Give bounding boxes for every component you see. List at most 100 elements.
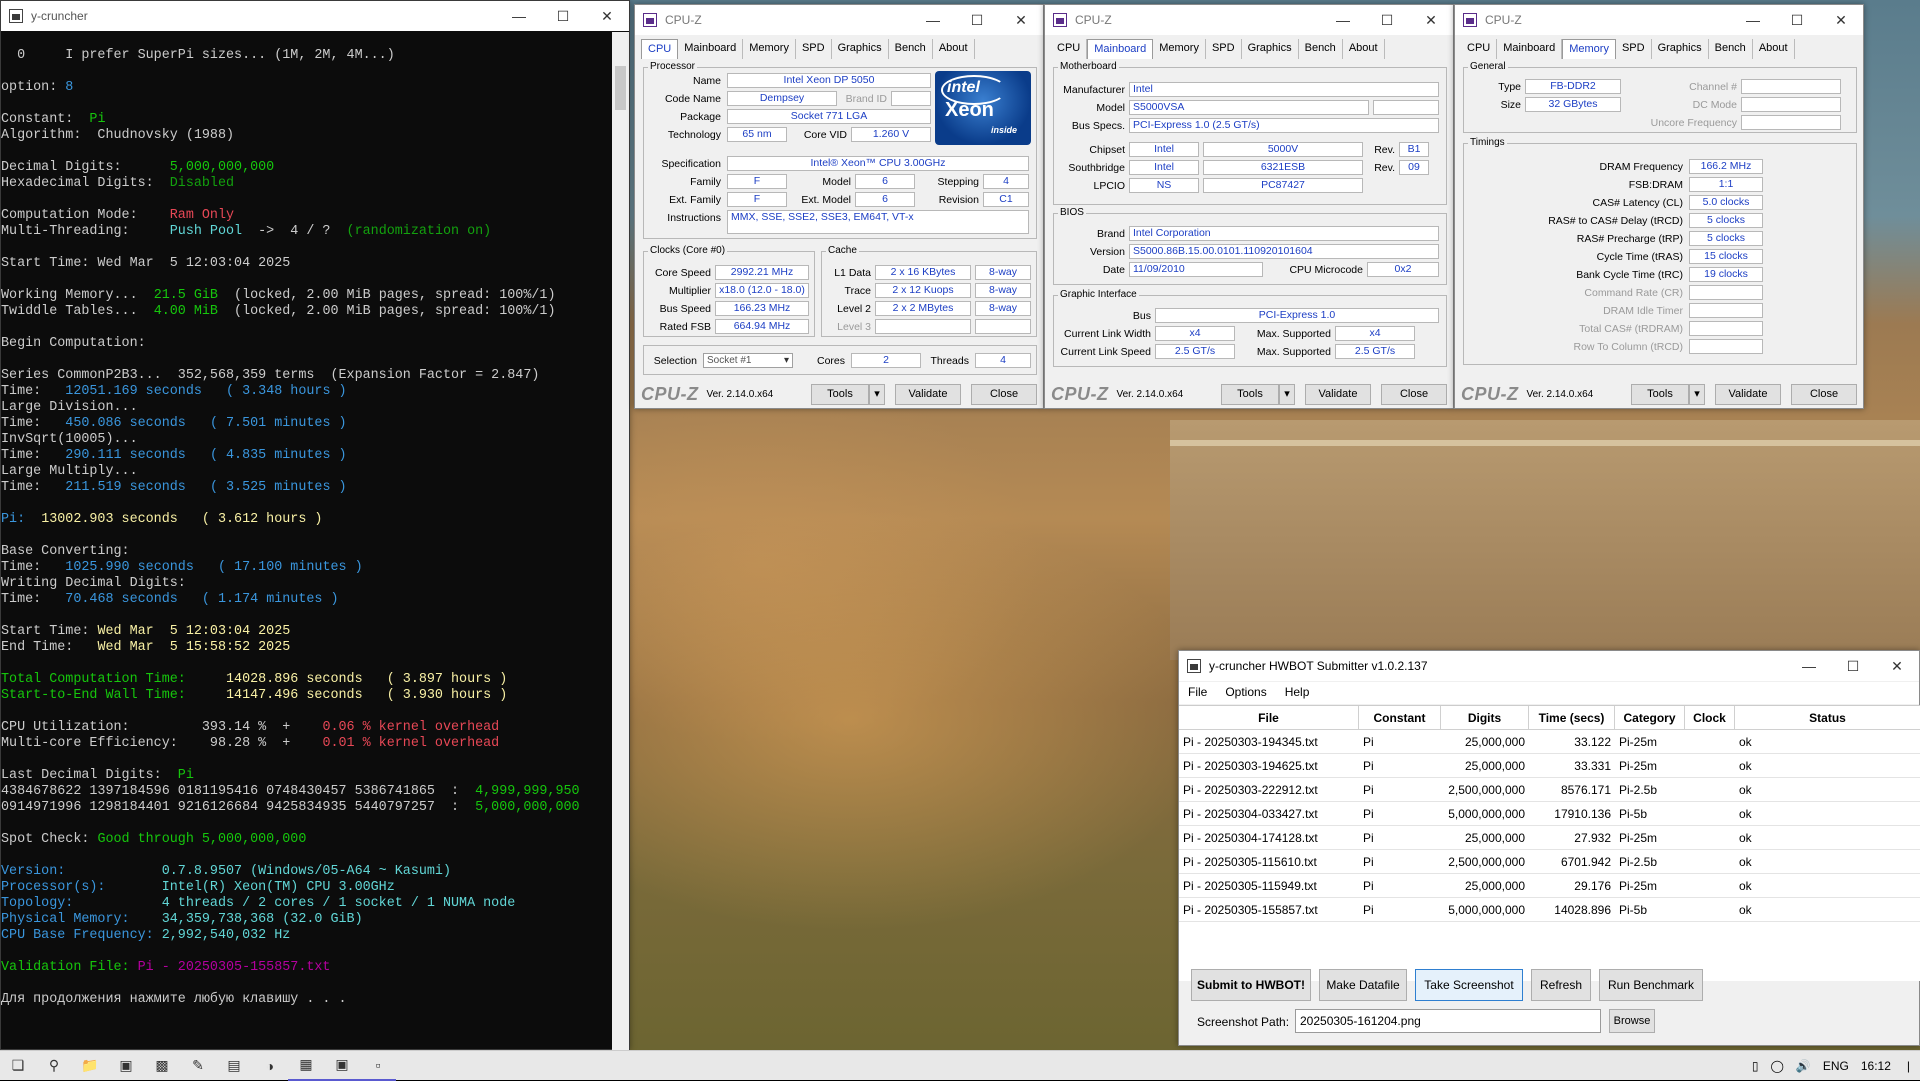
close-icon[interactable]: ✕ (1819, 5, 1863, 35)
col-file[interactable]: File (1179, 706, 1359, 729)
folder-icon[interactable]: 📁 (72, 1051, 108, 1081)
screenshot-path-input[interactable] (1295, 1009, 1601, 1033)
tab-about[interactable]: About (1753, 39, 1795, 59)
console-titlebar[interactable]: y-cruncher — ☐ ✕ (1, 1, 629, 31)
cpuz-cpu-window[interactable]: CPU-Z — ☐ ✕ CPU Mainboard Memory SPD Gra… (634, 4, 1044, 409)
table-row[interactable]: Pi - 20250304-174128.txt Pi 25,000,000 27.9… (1179, 826, 1920, 850)
cpuz-taskbar-icon[interactable]: ▦ (288, 1051, 324, 1081)
minimize-icon[interactable]: — (1731, 5, 1775, 35)
start-icon[interactable]: ❏ (0, 1051, 36, 1081)
menu-file[interactable]: File (1179, 682, 1216, 704)
tools-button[interactable]: Tools (1631, 384, 1689, 405)
tools-dropdown-icon[interactable]: ▾ (1279, 384, 1295, 405)
console-scrollbar[interactable] (612, 32, 629, 1051)
minimize-icon[interactable]: — (911, 5, 955, 35)
scrollbar-thumb[interactable] (615, 66, 626, 110)
tools-button[interactable]: Tools (811, 384, 869, 405)
take-screenshot-button[interactable]: Take Screenshot (1415, 969, 1523, 1001)
tab-bench[interactable]: Bench (889, 39, 933, 59)
run-benchmark-button[interactable]: Run Benchmark (1599, 969, 1703, 1001)
refresh-button[interactable]: Refresh (1531, 969, 1591, 1001)
table-row[interactable]: Pi - 20250305-155857.txt Pi 5,000,000,000 1… (1179, 898, 1920, 922)
tab-mainboard[interactable]: Mainboard (1087, 39, 1154, 59)
search-icon[interactable]: ⚲ (36, 1051, 72, 1081)
menu-options[interactable]: Options (1216, 682, 1275, 704)
close-icon[interactable]: ✕ (999, 5, 1043, 35)
col-digits[interactable]: Digits (1441, 706, 1529, 729)
cpuz-titlebar[interactable]: CPU-Z — ☐ ✕ (1045, 5, 1453, 35)
col-time[interactable]: Time (secs) (1529, 706, 1615, 729)
tab-bench[interactable]: Bench (1709, 39, 1753, 59)
tab-spd[interactable]: SPD (1206, 39, 1242, 59)
tab-graphics[interactable]: Graphics (832, 39, 889, 59)
tools-dropdown-icon[interactable]: ▾ (869, 384, 885, 405)
maximize-icon[interactable]: ☐ (1365, 5, 1409, 35)
language-indicator[interactable]: ENG (1817, 1059, 1855, 1073)
tab-cpu[interactable]: CPU (1461, 39, 1498, 59)
tab-memory[interactable]: Memory (743, 39, 796, 59)
tab-memory[interactable]: Memory (1562, 39, 1616, 59)
cpuz-memory-window[interactable]: CPU-Z — ☐ ✕ CPU Mainboard Memory SPD Gra… (1454, 4, 1864, 409)
validate-button[interactable]: Validate (1715, 384, 1781, 405)
tab-spd[interactable]: SPD (1616, 39, 1652, 59)
socket-select[interactable]: Socket #1 (703, 353, 793, 368)
app-icon-monitor[interactable]: ▤ (216, 1051, 252, 1081)
col-status[interactable]: Status (1735, 706, 1920, 729)
table-row[interactable]: Pi - 20250305-115610.txt Pi 2,500,000,000 6… (1179, 850, 1920, 874)
tools-button[interactable]: Tools (1221, 384, 1279, 405)
tab-mainboard[interactable]: Mainboard (678, 39, 744, 59)
minimize-icon[interactable]: — (1787, 651, 1831, 681)
maximize-icon[interactable]: ☐ (541, 1, 585, 31)
close-icon[interactable]: ✕ (585, 1, 629, 31)
clock[interactable]: 16:12 (1855, 1059, 1897, 1073)
maximize-icon[interactable]: ☐ (1775, 5, 1819, 35)
tab-cpu[interactable]: CPU (1051, 39, 1088, 59)
tab-spd[interactable]: SPD (796, 39, 832, 59)
table-row[interactable]: Pi - 20250304-033427.txt Pi 5,000,000,000 1… (1179, 802, 1920, 826)
cpuz-titlebar[interactable]: CPU-Z — ☐ ✕ (635, 5, 1043, 35)
minimize-icon[interactable]: — (497, 1, 541, 31)
maximize-icon[interactable]: ☐ (955, 5, 999, 35)
make-datafile-button[interactable]: Make Datafile (1319, 969, 1407, 1001)
validate-button[interactable]: Validate (895, 384, 961, 405)
col-clock[interactable]: Clock (1685, 706, 1735, 729)
battery-icon[interactable]: ▯ (1746, 1059, 1765, 1073)
minimize-icon[interactable]: — (1321, 5, 1365, 35)
tab-graphics[interactable]: Graphics (1242, 39, 1299, 59)
hwbot-taskbar-icon[interactable]: ▣ (324, 1051, 360, 1081)
close-button[interactable]: Close (971, 384, 1037, 405)
submit-hwbot-button[interactable]: Submit to HWBOT! (1191, 969, 1311, 1001)
app-icon-tool[interactable]: ✎ (180, 1051, 216, 1081)
browse-button[interactable]: Browse (1609, 1009, 1655, 1033)
app-icon-bm[interactable]: ▩ (144, 1051, 180, 1081)
close-button[interactable]: Close (1791, 384, 1857, 405)
tab-cpu[interactable]: CPU (641, 39, 679, 59)
hwbot-submitter-window[interactable]: y-cruncher HWBOT Submitter v1.0.2.137 — … (1178, 650, 1920, 1046)
tab-bench[interactable]: Bench (1299, 39, 1343, 59)
validate-button[interactable]: Validate (1305, 384, 1371, 405)
console-window[interactable]: y-cruncher — ☐ ✕ 0 I prefer SuperPi size… (0, 0, 630, 1051)
tab-mainboard[interactable]: Mainboard (1497, 39, 1563, 59)
tab-graphics[interactable]: Graphics (1652, 39, 1709, 59)
close-icon[interactable]: ✕ (1409, 5, 1453, 35)
table-row[interactable]: Pi - 20250303-222912.txt Pi 2,500,000,000 8… (1179, 778, 1920, 802)
tab-about[interactable]: About (933, 39, 975, 59)
close-button[interactable]: Close (1381, 384, 1447, 405)
app-icon-chart[interactable]: ◑ (252, 1051, 288, 1081)
tools-dropdown-icon[interactable]: ▾ (1689, 384, 1705, 405)
cpuz-titlebar[interactable]: CPU-Z — ☐ ✕ (1455, 5, 1863, 35)
col-constant[interactable]: Constant (1359, 706, 1441, 729)
hwbot-titlebar[interactable]: y-cruncher HWBOT Submitter v1.0.2.137 — … (1179, 651, 1919, 681)
network-icon[interactable]: ◯ (1764, 1059, 1789, 1073)
tab-about[interactable]: About (1343, 39, 1385, 59)
ycruncher-taskbar-icon[interactable]: ▫ (360, 1051, 396, 1081)
tab-memory[interactable]: Memory (1153, 39, 1206, 59)
cpuz-mainboard-window[interactable]: CPU-Z — ☐ ✕ CPU Mainboard Memory SPD Gra… (1044, 4, 1454, 409)
volume-icon[interactable]: 🔊 (1790, 1059, 1817, 1073)
col-category[interactable]: Category (1615, 706, 1685, 729)
maximize-icon[interactable]: ☐ (1831, 651, 1875, 681)
table-row[interactable]: Pi - 20250303-194345.txt Pi 25,000,000 33.1… (1179, 730, 1920, 754)
terminal-icon[interactable]: ▣ (108, 1051, 144, 1081)
notification-icon[interactable]: | (1897, 1059, 1920, 1073)
table-row[interactable]: Pi - 20250303-194625.txt Pi 25,000,000 33.3… (1179, 754, 1920, 778)
